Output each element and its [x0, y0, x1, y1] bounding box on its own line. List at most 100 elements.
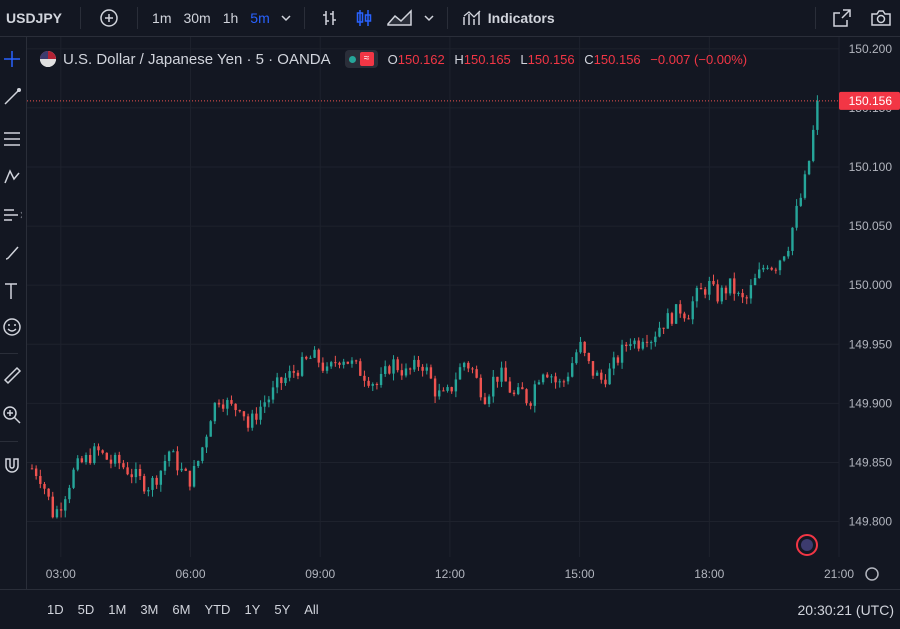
candle-body	[350, 360, 354, 364]
symbol-title[interactable]: U.S. Dollar / Japanese Yen · 5 · OANDA	[63, 51, 331, 68]
candle-body	[354, 360, 358, 362]
candle-body	[712, 280, 715, 285]
candle-body	[317, 349, 320, 363]
candle-body	[587, 352, 591, 362]
range-ytd[interactable]: YTD	[197, 602, 237, 617]
candle-body	[641, 341, 645, 349]
candle-body	[637, 340, 640, 349]
interval-1h[interactable]: 1h	[217, 0, 245, 36]
candle-body	[770, 267, 773, 270]
zoom-in-icon[interactable]	[2, 405, 22, 425]
candle-body	[296, 372, 300, 376]
candle-body	[151, 477, 154, 490]
market-status-pill[interactable]: ≈	[344, 50, 378, 68]
range-3m[interactable]: 3M	[133, 602, 165, 617]
candle-body	[325, 366, 329, 371]
prediction-tools-icon[interactable]	[2, 205, 22, 225]
candle-body	[101, 450, 104, 453]
emoji-icon[interactable]	[2, 317, 22, 337]
candle-body	[674, 304, 678, 324]
text-tool-icon[interactable]	[2, 281, 22, 301]
candle-body	[271, 387, 275, 400]
candle-body	[749, 285, 753, 299]
candle-body	[745, 297, 748, 299]
candle-body	[446, 387, 449, 391]
indicators-label: Indicators	[487, 10, 555, 26]
candle-body	[334, 362, 337, 364]
candle-body	[76, 458, 79, 470]
range-1y[interactable]: 1Y	[237, 602, 267, 617]
divider	[0, 441, 18, 442]
patterns-icon[interactable]	[2, 167, 22, 187]
interval-1m[interactable]: 1m	[146, 0, 177, 36]
candle-body	[496, 376, 499, 382]
bars-style-button[interactable]	[313, 0, 347, 36]
utc-clock[interactable]: 20:30:21 (UTC)	[798, 602, 900, 618]
price-tick-label: 150.050	[849, 219, 893, 233]
chevron-down-icon	[424, 15, 434, 22]
area-style-button[interactable]	[381, 0, 419, 36]
crosshair-icon[interactable]	[2, 49, 22, 69]
candle-body	[566, 376, 570, 382]
interval-30m[interactable]: 30m	[177, 0, 216, 36]
range-6m[interactable]: 6M	[165, 602, 197, 617]
gear-icon[interactable]	[865, 567, 879, 581]
range-all[interactable]: All	[297, 602, 325, 617]
candle-body	[80, 458, 84, 463]
price-chart[interactable]: 150.200150.150150.100150.050150.000149.9…	[27, 37, 900, 587]
candle-body	[787, 250, 790, 257]
divider	[446, 7, 448, 29]
candle-body	[475, 369, 478, 378]
candle-body	[367, 380, 370, 386]
candle-body	[321, 362, 325, 371]
fib-retracement-icon[interactable]	[2, 129, 22, 149]
compare-button[interactable]	[89, 0, 129, 36]
interval-dropdown[interactable]	[276, 0, 296, 36]
candle-body	[305, 356, 308, 359]
fullscreen-button[interactable]	[824, 0, 860, 36]
range-5y[interactable]: 5Y	[267, 602, 297, 617]
candle-body	[708, 280, 711, 295]
candle-body	[138, 468, 142, 477]
candle-body	[521, 387, 524, 390]
range-1d[interactable]: 1D	[40, 602, 71, 617]
candle-body	[234, 403, 237, 411]
candle-body	[458, 367, 462, 380]
candle-body	[454, 379, 458, 392]
candle-body	[371, 384, 374, 386]
candle-body	[379, 373, 383, 385]
chart-style-dropdown[interactable]	[419, 0, 439, 36]
time-tick-label: 15:00	[565, 567, 595, 581]
interval-5m[interactable]: 5m	[244, 0, 275, 36]
candle-body	[716, 284, 719, 302]
candle-body	[34, 468, 38, 477]
symbol-search-button[interactable]: USDJPY	[0, 0, 72, 36]
range-1m[interactable]: 1M	[101, 602, 133, 617]
candle-body	[649, 342, 653, 344]
ruler-icon[interactable]	[2, 365, 22, 385]
candle-body	[408, 368, 412, 370]
candle-body	[591, 361, 595, 376]
candle-body	[816, 100, 819, 130]
indicators-button[interactable]: Indicators	[456, 0, 561, 36]
candle-body	[803, 174, 807, 198]
candle-body	[43, 483, 46, 489]
top-toolbar: USDJPY 1m 30m 1h 5m Indicators	[0, 0, 900, 37]
snapshot-button[interactable]	[860, 0, 900, 36]
range-5d[interactable]: 5D	[71, 602, 102, 617]
magnet-icon[interactable]	[2, 455, 22, 475]
economic-event-flag	[801, 539, 813, 551]
candle-body	[167, 451, 171, 462]
candle-body	[122, 463, 125, 468]
candle-body	[645, 341, 649, 343]
candle-body	[683, 313, 686, 319]
candles-style-button[interactable]	[347, 0, 381, 36]
brush-icon[interactable]	[2, 243, 22, 263]
add-circle-icon	[100, 9, 118, 27]
ohlc-values: O150.162 H150.165 L150.156 C150.156 −0.0…	[387, 51, 748, 67]
trend-line-icon[interactable]	[2, 87, 22, 107]
time-tick-label: 18:00	[694, 567, 724, 581]
candle-body	[130, 474, 133, 478]
candle-body	[142, 476, 146, 492]
candle-body	[388, 366, 391, 374]
